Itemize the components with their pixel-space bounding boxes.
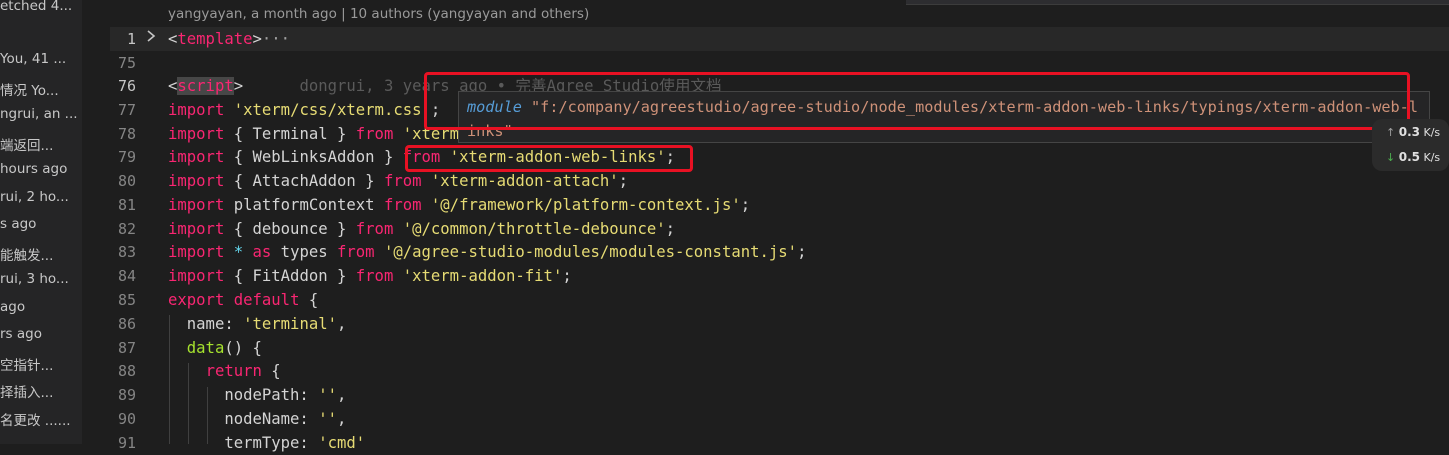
code-text: import platformContext from '@/framework… <box>168 196 751 214</box>
blame-entry[interactable]: rs ago <box>0 326 42 342</box>
code-text: import { debounce } from '@/common/throt… <box>168 220 675 238</box>
line-number: 84 <box>117 267 136 285</box>
code-line: 1 <template>··· <box>110 27 1449 51</box>
code-line: 83 import * as types from '@/agree-studi… <box>110 240 1449 264</box>
code-line: 81 import platformContext from '@/framew… <box>110 193 1449 217</box>
upload-speed: 0.3 <box>1398 125 1420 139</box>
code-line: 88 return { <box>110 359 1449 383</box>
chevron-right-icon[interactable] <box>146 27 156 51</box>
blame-entry[interactable]: You, 41 ... <box>0 51 66 67</box>
blame-entry[interactable]: etched 4... <box>0 0 72 14</box>
line-number: 80 <box>117 172 136 190</box>
line-number: 78 <box>117 125 136 143</box>
blame-entry[interactable]: ago <box>0 299 25 315</box>
code-line: 86 name: 'terminal', <box>110 312 1449 336</box>
blame-sidebar: etched 4... You, 41 ... 情况 Yo... ngrui, … <box>0 0 82 444</box>
code-text: nodePath: '', <box>168 386 347 404</box>
code-line: 79 import { WebLinksAddon } from 'xterm-… <box>110 145 1449 169</box>
line-number: 1 <box>126 30 136 48</box>
upload-unit: K/s <box>1423 126 1441 139</box>
code-line: 91 termType: 'cmd' <box>110 431 1449 455</box>
blame-entry[interactable]: 择插入... <box>0 381 53 401</box>
line-number: 87 <box>117 339 136 357</box>
code-text: import 'xterm/css/xterm.css'; <box>168 101 441 119</box>
line-number: 83 <box>117 243 136 261</box>
code-line: 87 data() { <box>110 336 1449 360</box>
line-number: 91 <box>117 434 136 452</box>
line-number: 86 <box>117 315 136 333</box>
code-text: export default { <box>168 291 319 309</box>
annotation-box-hover <box>424 72 1410 130</box>
blame-entry[interactable]: ngrui, an ... <box>0 106 78 122</box>
code-line: 80 import { AttachAddon } from 'xterm-ad… <box>110 169 1449 193</box>
code-text: import { AttachAddon } from 'xterm-addon… <box>168 172 629 190</box>
blame-entry[interactable]: 情况 Yo... <box>0 79 59 99</box>
code-text: data() { <box>186 339 262 357</box>
code-text: name: 'terminal', <box>168 315 347 333</box>
arrow-down-icon: ↓ <box>1386 151 1396 164</box>
code-text: <template>··· <box>168 30 291 48</box>
line-number: 77 <box>117 101 136 119</box>
line-number: 81 <box>117 196 136 214</box>
codelens-blame[interactable]: yangyayan, a month ago | 10 authors (yan… <box>168 6 589 22</box>
code-text: import { FitAddon } from 'xterm-addon-fi… <box>168 267 572 285</box>
sidebar-gutter <box>82 0 110 444</box>
line-number: 90 <box>117 410 136 428</box>
code-line: 82 import { debounce } from '@/common/th… <box>110 217 1449 241</box>
download-speed: 0.5 <box>1398 150 1420 164</box>
annotation-box-import <box>405 145 693 172</box>
line-number: 75 <box>117 54 136 72</box>
code-line: 84 import { FitAddon } from 'xterm-addon… <box>110 264 1449 288</box>
code-text: nodeName: '', <box>168 410 347 428</box>
line-number: 76 <box>117 77 136 95</box>
code-line: 89 nodePath: '', <box>110 383 1449 407</box>
blame-entry[interactable]: rui, 2 ho... <box>0 189 69 205</box>
line-number: 85 <box>117 291 136 309</box>
download-unit: K/s <box>1423 151 1441 164</box>
code-text: import * as types from '@/agree-studio-m… <box>168 243 807 261</box>
blame-entry[interactable]: 能触发... <box>0 244 53 264</box>
blame-entry[interactable]: s ago <box>0 216 36 232</box>
code-text: return { <box>205 362 281 380</box>
blame-entry[interactable]: 名更改 ...... <box>0 409 71 429</box>
blame-entry[interactable]: hours ago <box>0 161 67 177</box>
line-number: 89 <box>117 386 136 404</box>
line-number: 82 <box>117 220 136 238</box>
line-number: 79 <box>117 148 136 166</box>
code-line: 85 export default { <box>110 288 1449 312</box>
top-panel-edge <box>906 0 1449 5</box>
blame-entry[interactable]: rui, 3 ho... <box>0 271 69 287</box>
blame-entry[interactable]: 端返回... <box>0 134 53 154</box>
network-speed-widget[interactable]: ↑ 0.3 K/s ↓ 0.5 K/s <box>1372 119 1449 171</box>
line-number: 88 <box>117 362 136 380</box>
code-line: 90 nodeName: '', <box>110 407 1449 431</box>
code-text: termType: 'cmd' <box>168 434 366 452</box>
blame-entry[interactable]: 空指针... <box>0 354 53 374</box>
arrow-up-icon: ↑ <box>1386 126 1396 139</box>
